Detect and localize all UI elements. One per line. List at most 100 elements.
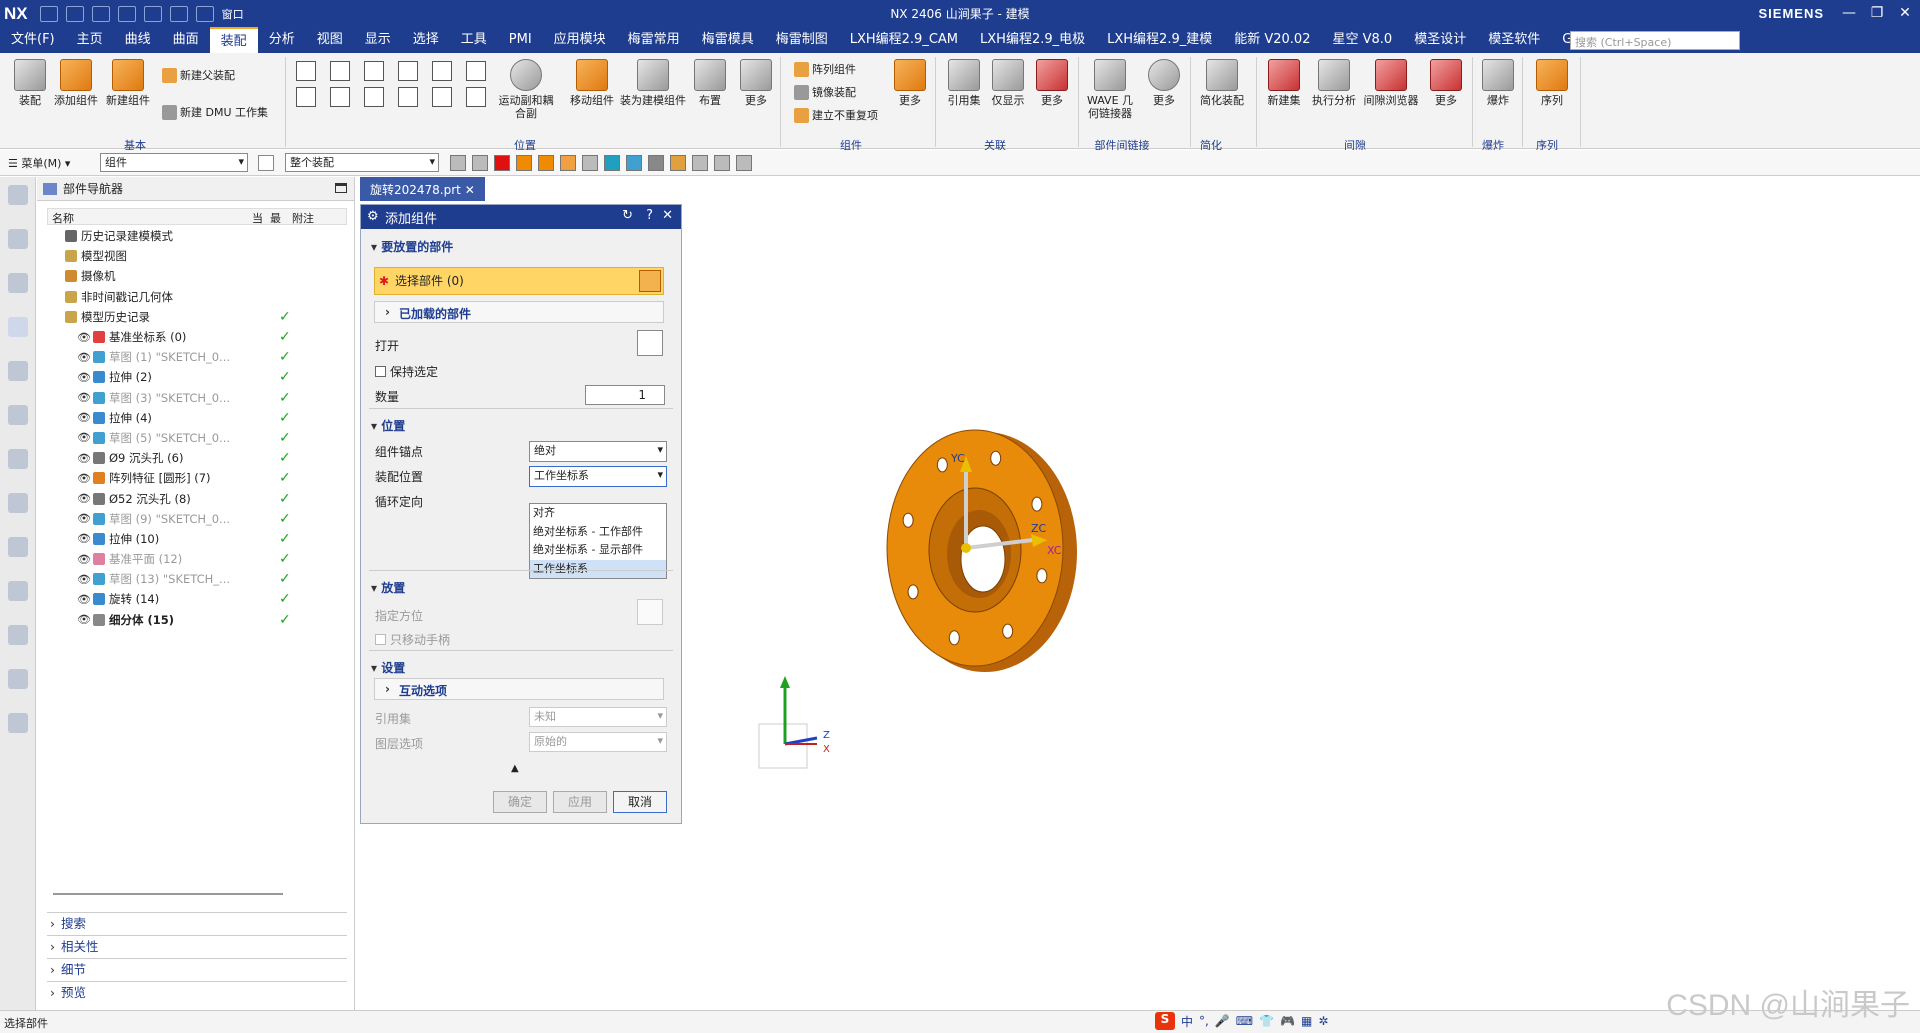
section-settings[interactable]: 设置	[371, 659, 405, 676]
reset-icon[interactable]: ↻	[622, 208, 633, 223]
menu-item-11[interactable]: 应用模块	[543, 27, 617, 53]
assembly-rule-icon[interactable]	[670, 155, 686, 171]
mirror-assembly-button[interactable]: 镜像装配	[794, 84, 856, 100]
open-folder-icon[interactable]	[637, 330, 663, 356]
dropdown-option[interactable]: 绝对坐标系 - 显示部件	[530, 541, 666, 560]
copy-icon[interactable]	[117, 5, 136, 22]
new-set-button[interactable]: 新建集	[1262, 59, 1306, 107]
menu-item-21[interactable]: 模圣软件	[1477, 27, 1551, 53]
column-current[interactable]: 当	[252, 210, 263, 226]
align-move-constraint-icon[interactable]	[466, 87, 486, 107]
loaded-parts-section[interactable]: › 已加载的部件	[374, 301, 664, 323]
dropdown-option[interactable]: 对齐	[530, 504, 666, 523]
body-rule-icon[interactable]	[538, 155, 554, 171]
align-lock-constraint-icon[interactable]	[296, 87, 316, 107]
visibility-eye-icon[interactable]: 👁	[77, 351, 91, 364]
menu-item-3[interactable]: 曲面	[162, 27, 210, 53]
menu-item-5[interactable]: 分析	[258, 27, 306, 53]
parallel-constraint-icon[interactable]	[432, 61, 452, 81]
tree-row[interactable]: 历史记录建模模式	[47, 226, 347, 246]
panel-preview[interactable]: 预览	[47, 981, 347, 1004]
visibility-eye-icon[interactable]: 👁	[77, 472, 91, 485]
arrange-button[interactable]: 布置	[692, 59, 728, 107]
visibility-eye-icon[interactable]: 👁	[77, 371, 91, 384]
dropdown-option[interactable]: 绝对坐标系 - 工作部件	[530, 523, 666, 542]
menu-item-14[interactable]: 梅雷制图	[765, 27, 839, 53]
menu-item-2[interactable]: 曲线	[114, 27, 162, 53]
more-relation-button[interactable]: 更多	[1032, 59, 1072, 107]
keep-selected-checkbox[interactable]: 保持选定	[375, 363, 438, 380]
visibility-eye-icon[interactable]: 👁	[77, 331, 91, 344]
point-rule-icon[interactable]	[626, 155, 642, 171]
tree-row[interactable]: 👁 草图 (1) "SKETCH_0... ✓	[47, 347, 347, 367]
menu-item-16[interactable]: LXH编程2.9_电极	[969, 27, 1096, 53]
filter-reset-icon[interactable]	[450, 155, 466, 171]
visibility-eye-icon[interactable]: 👁	[77, 492, 91, 505]
angle-constraint-icon[interactable]	[432, 87, 452, 107]
visibility-eye-icon[interactable]: 👁	[77, 391, 91, 404]
part-navigator-icon[interactable]	[8, 317, 28, 337]
new-parent-assembly-button[interactable]: 新建父装配	[162, 67, 235, 83]
settings-icon[interactable]	[8, 185, 28, 205]
orientation-icon[interactable]	[637, 599, 663, 625]
menu-item-0[interactable]: 文件(F)	[0, 27, 66, 53]
simplify-assembly-button[interactable]: 简化装配	[1196, 59, 1248, 107]
tree-row[interactable]: 非时间戳记几何体	[47, 287, 347, 307]
visibility-eye-icon[interactable]: 👁	[77, 593, 91, 606]
visual-reports-icon[interactable]	[8, 713, 28, 733]
menu-item-4[interactable]: 装配	[209, 27, 258, 53]
roles-icon[interactable]	[8, 581, 28, 601]
menu-item-12[interactable]: 梅雷常用	[617, 27, 691, 53]
cancel-button[interactable]: 取消	[613, 791, 667, 813]
section-placement[interactable]: 放置	[371, 579, 405, 596]
window-icon[interactable]	[195, 5, 214, 22]
redo-icon[interactable]	[91, 5, 110, 22]
visibility-eye-icon[interactable]: 👁	[77, 411, 91, 424]
hd3d-tools-icon[interactable]	[8, 405, 28, 425]
column-notes[interactable]: 附注	[292, 210, 314, 226]
touch-align-constraint-icon[interactable]	[296, 61, 316, 81]
visibility-eye-icon[interactable]: 👁	[77, 431, 91, 444]
help-icon[interactable]: ?	[646, 208, 653, 223]
tree-row[interactable]: 摄像机	[47, 266, 347, 286]
command-search-input[interactable]: 搜索 (Ctrl+Space)	[1570, 31, 1740, 50]
ok-button[interactable]: 确定	[493, 791, 547, 813]
tree-row[interactable]: 👁 Ø52 沉头孔 (8) ✓	[47, 488, 347, 508]
menu-item-19[interactable]: 星空 V8.0	[1321, 27, 1403, 53]
ime-button[interactable]: ⌨	[1236, 1014, 1253, 1028]
tree-row[interactable]: 👁 基准坐标系 (0) ✓	[47, 327, 347, 347]
layer-rule-icon[interactable]	[736, 155, 752, 171]
tree-row[interactable]: 模型视图	[47, 246, 347, 266]
tree-row[interactable]: 👁 拉伸 (2) ✓	[47, 367, 347, 387]
more-interpart-button[interactable]: 更多	[1144, 59, 1184, 107]
column-latest[interactable]: 最	[270, 210, 281, 226]
component-rule-icon[interactable]	[560, 155, 576, 171]
collapse-arrow-icon[interactable]: ▲	[511, 763, 519, 774]
panel-search[interactable]: 搜索	[47, 912, 347, 935]
ime-button[interactable]: 中	[1181, 1013, 1193, 1030]
more-position-button[interactable]: 更多	[738, 59, 774, 107]
sequence-button[interactable]: 序列	[1532, 59, 1572, 107]
tree-row[interactable]: 👁 阵列特征 [圆形] (7) ✓	[47, 468, 347, 488]
menu-item-10[interactable]: PMI	[498, 27, 543, 53]
bond-constraint-icon[interactable]	[364, 87, 384, 107]
menu-item-18[interactable]: 能新 V20.02	[1223, 27, 1321, 53]
tree-row[interactable]: 👁 草图 (13) "SKETCH_... ✓	[47, 569, 347, 589]
distance-constraint-icon[interactable]	[364, 61, 384, 81]
web-browser-icon[interactable]	[8, 449, 28, 469]
dropdown-option[interactable]: 工作坐标系	[530, 559, 666, 578]
new-component-button[interactable]: 新建组件	[104, 59, 152, 107]
ime-button[interactable]: 🎤	[1215, 1014, 1230, 1028]
tree-row[interactable]: 👁 细分体 (15) ✓	[47, 610, 347, 630]
only-move-handle-checkbox[interactable]: 只移动手柄	[375, 631, 450, 648]
menu-item-17[interactable]: LXH编程2.9_建模	[1096, 27, 1223, 53]
new-dmu-workset-button[interactable]: 新建 DMU 工作集	[162, 104, 268, 120]
close-dialog-icon[interactable]: ✕	[662, 208, 673, 223]
fit-constraint-icon[interactable]	[330, 87, 350, 107]
assembly-navigator-icon[interactable]	[8, 229, 28, 249]
tree-row[interactable]: 👁 旋转 (14) ✓	[47, 589, 347, 609]
part-rule-icon[interactable]	[692, 155, 708, 171]
menu-button[interactable]: ☰ 菜单(M) ▾	[8, 155, 70, 171]
anchor-select[interactable]: 绝对	[529, 441, 667, 462]
more-clearance-button[interactable]: 更多	[1426, 59, 1466, 107]
